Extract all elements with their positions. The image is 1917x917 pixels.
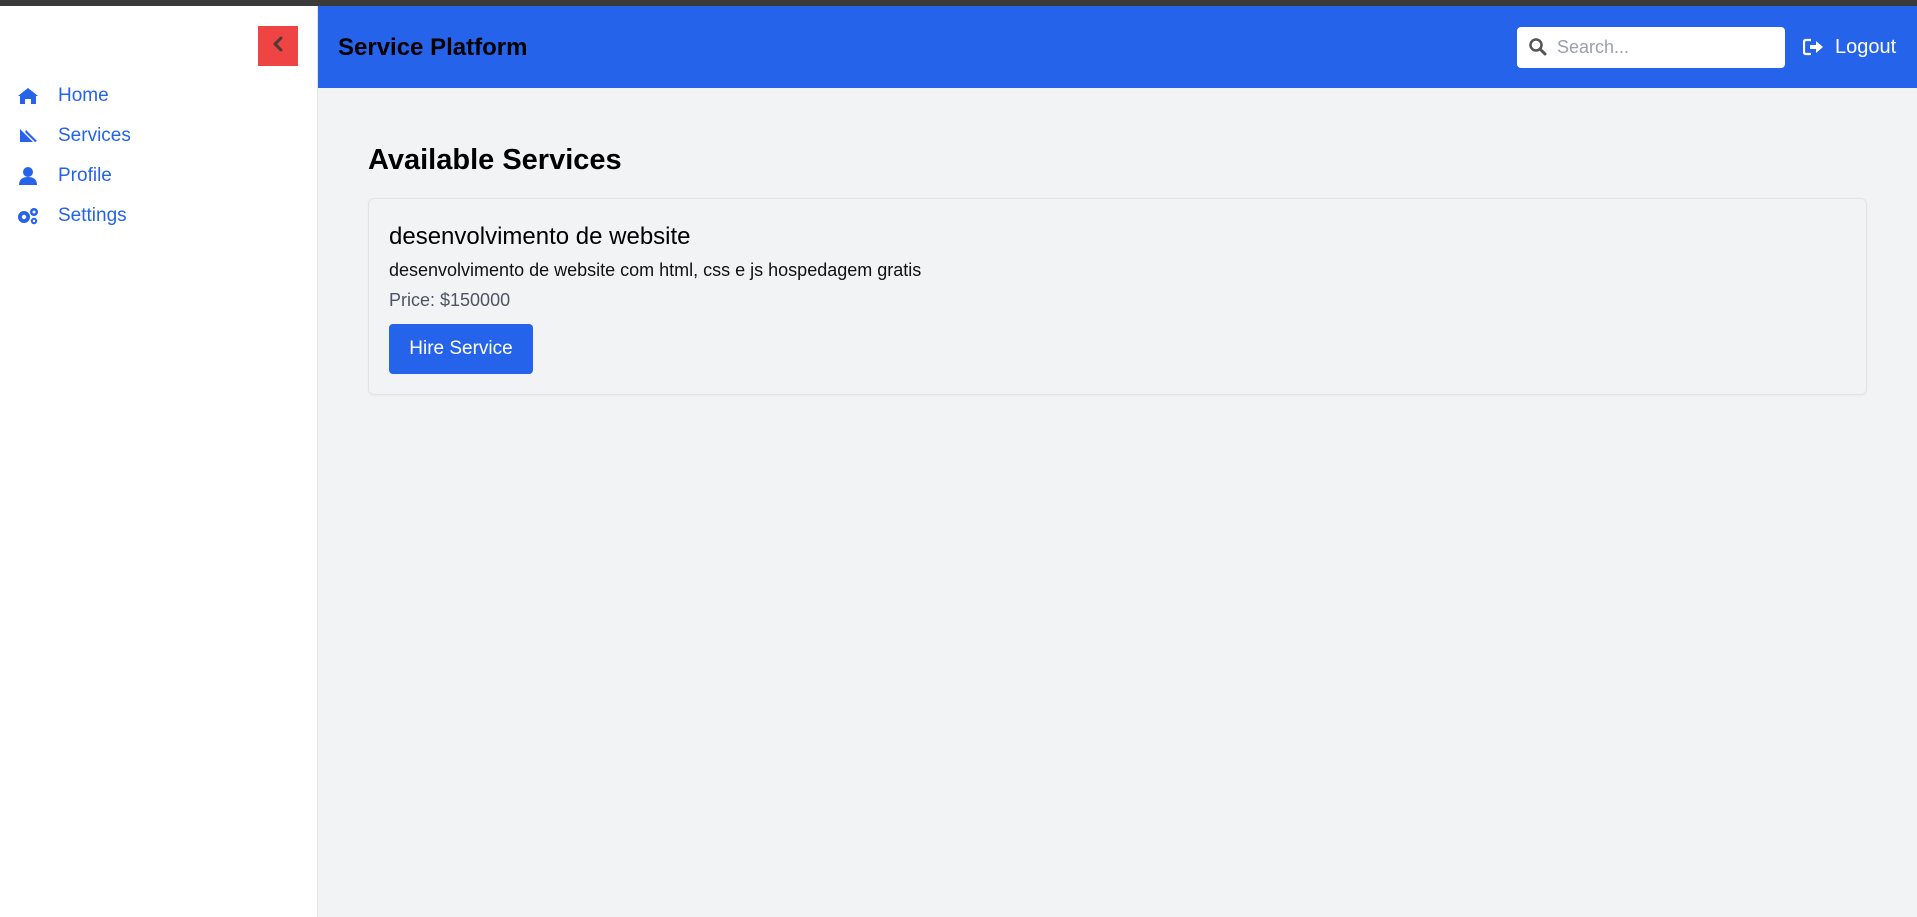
sidebar-item-label: Home bbox=[58, 85, 109, 106]
sidebar-item-profile[interactable]: Profile bbox=[0, 156, 318, 196]
sidebar-item-label: Profile bbox=[58, 165, 112, 186]
service-icon bbox=[16, 126, 40, 146]
user-icon bbox=[16, 166, 40, 186]
service-card: desenvolvimento de website desenvolvimen… bbox=[368, 198, 1867, 395]
page-title: Available Services bbox=[368, 144, 622, 176]
service-price: Price: $150000 bbox=[389, 290, 511, 310]
sidebar-item-label: Services bbox=[58, 125, 131, 146]
service-name: desenvolvimento de website bbox=[389, 223, 691, 250]
sidebar: Home Services Profile Settings bbox=[0, 6, 318, 917]
gears-icon bbox=[16, 206, 40, 226]
home-icon bbox=[16, 86, 40, 106]
search-box[interactable] bbox=[1517, 27, 1785, 68]
top-header: Service Platform Logout bbox=[318, 6, 1917, 88]
main-content: Available Services desenvolvimento de we… bbox=[318, 88, 1917, 917]
search-icon bbox=[1529, 38, 1547, 61]
sidebar-item-label: Settings bbox=[58, 205, 127, 226]
service-description: desenvolvimento de website com html, css… bbox=[389, 260, 922, 280]
search-input[interactable] bbox=[1557, 37, 1777, 58]
logout-button[interactable]: Logout bbox=[1803, 32, 1896, 62]
collapse-sidebar-button[interactable] bbox=[258, 26, 298, 66]
chevron-left-icon bbox=[271, 36, 285, 57]
app-title: Service Platform bbox=[338, 34, 528, 61]
sidebar-item-home[interactable]: Home bbox=[0, 76, 318, 116]
logout-label: Logout bbox=[1835, 35, 1897, 58]
sidebar-item-settings[interactable]: Settings bbox=[0, 196, 318, 236]
hire-service-button[interactable]: Hire Service bbox=[389, 324, 533, 374]
sign-out-icon bbox=[1803, 38, 1825, 56]
sidebar-nav: Home Services Profile Settings bbox=[0, 76, 318, 236]
sidebar-item-services[interactable]: Services bbox=[0, 116, 318, 156]
